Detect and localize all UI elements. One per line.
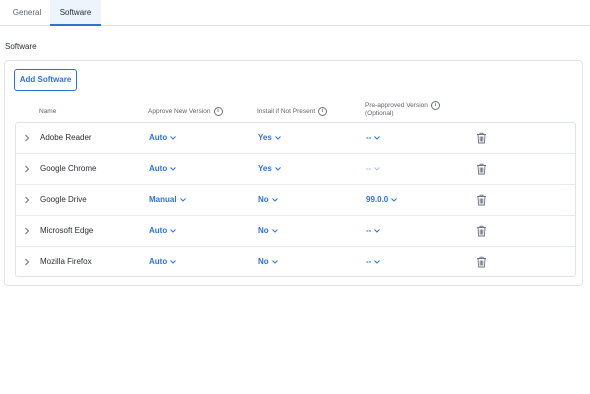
preapproved-value: 99.0.0 — [366, 195, 389, 205]
preapproved-value: -- — [366, 226, 372, 236]
chevron-down-icon — [170, 247, 177, 277]
install-value: Yes — [258, 133, 272, 143]
approve-dropdown[interactable]: Auto — [149, 216, 177, 246]
preapproved-value: -- — [366, 164, 372, 174]
preapproved-dropdown[interactable]: 99.0.0 — [366, 185, 398, 215]
chevron-right-icon[interactable] — [22, 154, 32, 184]
approve-value: Auto — [149, 226, 168, 236]
chevron-right-icon[interactable] — [22, 216, 32, 246]
approve-value: Auto — [149, 164, 168, 174]
preapproved-value: -- — [366, 133, 372, 143]
software-panel: Add Software Name Approve New Version i I… — [4, 60, 583, 286]
trash-icon[interactable] — [476, 185, 488, 215]
table-row: Adobe Reader Auto Yes -- — [16, 123, 575, 154]
trash-icon[interactable] — [476, 216, 488, 246]
chevron-down-icon — [179, 185, 186, 215]
software-name: Adobe Reader — [40, 133, 92, 142]
preapproved-value: -- — [366, 257, 372, 267]
software-name: Microsoft Edge — [40, 226, 94, 235]
column-header-preapproved-line1: Pre-approved Version — [365, 102, 428, 110]
chevron-right-icon[interactable] — [22, 247, 32, 277]
chevron-down-icon — [274, 154, 281, 184]
table-header: Name Approve New Version i Install if Not… — [15, 100, 576, 122]
column-header-install-label: Install if Not Present — [257, 108, 316, 116]
chevron-down-icon — [170, 123, 177, 153]
chevron-down-icon — [374, 247, 381, 277]
column-header-preapproved: Pre-approved Version i (Optional) — [365, 101, 440, 118]
column-header-approve-label: Approve New Version — [148, 108, 211, 116]
table-row: Microsoft Edge Auto No -- — [16, 216, 575, 247]
trash-icon[interactable] — [476, 123, 488, 153]
software-name: Google Drive — [40, 195, 87, 204]
chevron-down-icon — [374, 123, 381, 153]
column-header-approve: Approve New Version i — [148, 107, 223, 116]
install-value: No — [258, 226, 269, 236]
info-icon[interactable]: i — [213, 107, 223, 116]
column-header-name: Name — [39, 108, 57, 115]
approve-dropdown[interactable]: Auto — [149, 123, 177, 153]
install-dropdown[interactable]: No — [258, 185, 278, 215]
add-software-button[interactable]: Add Software — [14, 69, 77, 91]
approve-value: Manual — [149, 195, 177, 205]
chevron-down-icon — [170, 216, 177, 246]
install-dropdown[interactable]: No — [258, 216, 278, 246]
chevron-down-icon — [374, 154, 381, 184]
tab-bar: General Software — [0, 0, 590, 26]
install-value: Yes — [258, 164, 272, 174]
chevron-right-icon[interactable] — [22, 123, 32, 153]
section-title: Software — [5, 42, 37, 51]
approve-dropdown[interactable]: Manual — [149, 185, 186, 215]
software-name: Mozilla Firefox — [40, 257, 92, 266]
column-header-preapproved-line2: (Optional) — [365, 110, 394, 118]
approve-value: Auto — [149, 133, 168, 143]
chevron-down-icon — [391, 185, 398, 215]
table-row: Mozilla Firefox Auto No -- — [16, 247, 575, 278]
chevron-down-icon — [271, 185, 278, 215]
install-value: No — [258, 257, 269, 267]
preapproved-dropdown[interactable]: -- — [366, 123, 381, 153]
software-name: Google Chrome — [40, 164, 97, 173]
info-icon[interactable]: i — [430, 101, 440, 110]
approve-dropdown[interactable]: Auto — [149, 247, 177, 277]
table-row: Google Drive Manual No 99.0.0 — [16, 185, 575, 216]
tab-software[interactable]: Software — [50, 0, 101, 26]
info-icon[interactable]: i — [318, 107, 328, 116]
chevron-right-icon[interactable] — [22, 185, 32, 215]
chevron-down-icon — [374, 216, 381, 246]
trash-icon[interactable] — [476, 154, 488, 184]
table-row: Google Chrome Auto Yes -- — [16, 154, 575, 185]
preapproved-dropdown[interactable]: -- — [366, 247, 381, 277]
install-dropdown[interactable]: No — [258, 247, 278, 277]
preapproved-dropdown[interactable]: -- — [366, 154, 381, 184]
approve-dropdown[interactable]: Auto — [149, 154, 177, 184]
chevron-down-icon — [271, 216, 278, 246]
column-header-install: Install if Not Present i — [257, 107, 328, 116]
preapproved-dropdown[interactable]: -- — [366, 216, 381, 246]
tab-general[interactable]: General — [4, 0, 50, 25]
approve-value: Auto — [149, 257, 168, 267]
trash-icon[interactable] — [476, 247, 488, 277]
install-dropdown[interactable]: Yes — [258, 123, 281, 153]
chevron-down-icon — [271, 247, 278, 277]
software-table: Adobe Reader Auto Yes -- Google Chrome A… — [15, 122, 576, 277]
chevron-down-icon — [274, 123, 281, 153]
install-value: No — [258, 195, 269, 205]
chevron-down-icon — [170, 154, 177, 184]
install-dropdown[interactable]: Yes — [258, 154, 281, 184]
